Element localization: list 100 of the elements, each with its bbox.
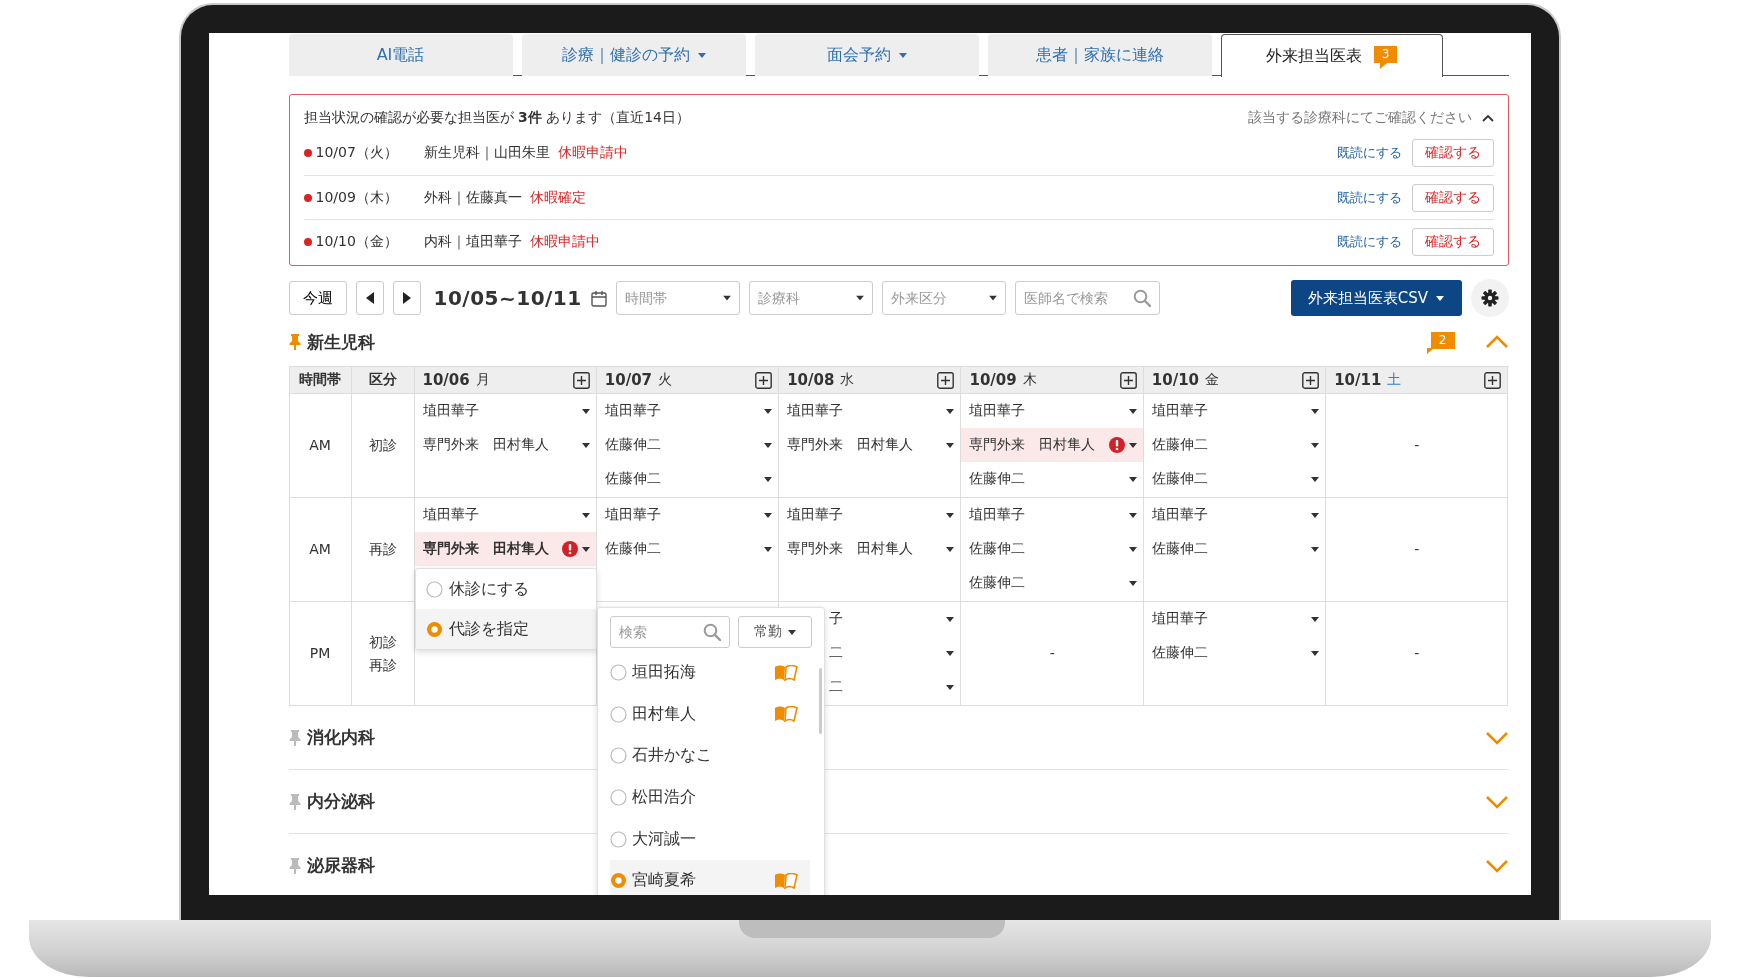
doctor-dropdown[interactable]: 埴田華子 <box>414 394 596 428</box>
radio-button <box>609 789 627 807</box>
exclamation-icon <box>561 541 578 557</box>
doctor-dropdown[interactable]: 専門外来 田村隼人 <box>779 428 961 462</box>
previous-button[interactable] <box>355 281 384 315</box>
doctor-dropdown[interactable]: 子 <box>827 602 961 636</box>
filter-dropdown[interactable]: 診療科 <box>748 281 873 315</box>
doctor-dropdown[interactable]: 埴田華子 <box>596 498 779 532</box>
plus-square-icon[interactable] <box>755 371 773 389</box>
doctor-dropdown[interactable]: 佐藤伸二 <box>596 532 779 566</box>
doctor-dropdown[interactable]: 二 <box>827 670 961 704</box>
next-button[interactable] <box>392 281 421 315</box>
doctor-dropdown[interactable]: 埴田華子 <box>779 498 961 532</box>
plus-square-icon[interactable] <box>1484 371 1502 389</box>
caret-icon <box>1128 476 1137 482</box>
settings-button[interactable] <box>1470 279 1509 317</box>
this-week-button[interactable]: 今週 <box>288 281 347 315</box>
weekday-label: 月 <box>475 371 490 389</box>
radio-button <box>609 747 627 765</box>
doctor-option[interactable]: 田村隼人 <box>609 693 810 736</box>
doctor-dropdown[interactable]: 佐藤伸二 <box>596 462 779 496</box>
confirm-button[interactable]: 確認する <box>1411 139 1494 167</box>
doctor-option[interactable]: 垣田拓海 <box>609 652 810 694</box>
confirm-button[interactable]: 確認する <box>1411 227 1494 256</box>
collapse-toggle[interactable] <box>1484 858 1509 873</box>
doctor-dropdown[interactable]: 埴田華子 <box>414 498 596 532</box>
confirm-button[interactable]: 確認する <box>1411 183 1494 212</box>
doctor-option[interactable]: 松田浩介 <box>609 776 810 819</box>
weekday-label: 木 <box>1022 371 1037 389</box>
caret-icon <box>581 408 590 414</box>
caret-icon <box>764 476 773 482</box>
time-slot-cell: AM <box>289 498 352 602</box>
tab[interactable]: 患者｜家族に連絡 <box>987 34 1212 76</box>
status-dot-icon <box>303 193 312 202</box>
doctor-dropdown[interactable]: 佐藤伸二 <box>1143 428 1326 462</box>
department-title: 消化内科 <box>306 726 375 749</box>
plus-square-icon[interactable] <box>572 371 590 389</box>
doctor-dropdown[interactable]: 埴田華子 <box>1143 498 1326 532</box>
menu-option[interactable]: 休診にする <box>415 569 596 609</box>
caret-icon <box>946 616 955 622</box>
doctor-option[interactable]: 宮崎夏希 <box>609 859 810 895</box>
collapse-toggle[interactable] <box>1484 335 1509 349</box>
radio-button <box>609 872 627 890</box>
plus-square-icon[interactable] <box>937 371 955 389</box>
radio-button <box>425 620 443 638</box>
caret-icon <box>946 512 955 518</box>
filter-dropdown[interactable]: 時間帯 <box>615 281 740 315</box>
doctor-dropdown[interactable]: 佐藤伸二 <box>961 566 1143 600</box>
search-icon <box>1132 289 1151 307</box>
filter-dropdown[interactable]: 外来区分 <box>881 281 1006 315</box>
doctor-option[interactable]: 大河誠一 <box>609 818 810 860</box>
search-icon <box>702 623 721 641</box>
tab[interactable]: 診療｜健診の予約 <box>521 34 746 76</box>
filter-button[interactable]: 常勤 <box>737 616 812 648</box>
doctor-dropdown[interactable]: 埴田華子 <box>961 394 1143 428</box>
doctor-dropdown[interactable]: 佐藤伸二 <box>1143 532 1326 566</box>
plus-square-icon[interactable] <box>1119 371 1137 389</box>
doctor-dropdown[interactable]: 佐藤伸二 <box>1143 636 1326 670</box>
day-date: 10/08 <box>787 371 835 389</box>
status-dot-icon <box>303 237 312 246</box>
csv-export-button[interactable]: 外来担当医表CSV <box>1290 280 1462 316</box>
radio-button <box>609 830 627 848</box>
doctor-option[interactable]: 石井かなこ <box>609 735 810 777</box>
scrollbar[interactable] <box>818 668 822 734</box>
doctor-dropdown[interactable]: 埴田華子 <box>961 498 1143 532</box>
search-field[interactable]: 医師名で検索 <box>1014 281 1160 315</box>
doctor-dropdown[interactable]: 埴田華子 <box>1143 602 1326 636</box>
empty-mark: - <box>1049 644 1055 664</box>
alert-date: 10/07（火） <box>315 144 399 162</box>
mark-read-link[interactable]: 既読にする <box>1336 188 1402 207</box>
caret-icon <box>1311 408 1320 414</box>
visit-type-cell: 初診 <box>351 394 415 498</box>
day-date: 10/07 <box>604 371 653 389</box>
doctor-dropdown[interactable]: 佐藤伸二 <box>961 462 1143 496</box>
caret-icon <box>764 546 773 552</box>
caret-icon <box>1128 580 1137 586</box>
doctor-dropdown[interactable]: 埴田華子 <box>779 394 961 428</box>
collapse-toggle[interactable] <box>1484 794 1509 809</box>
doctor-dropdown[interactable]: 佐藤伸二 <box>1143 462 1326 496</box>
doctor-dropdown[interactable]: 埴田華子 <box>596 394 779 428</box>
tab[interactable]: 面会予約 <box>754 34 979 76</box>
doctor-dropdown[interactable]: 専門外来 田村隼人 <box>414 428 596 462</box>
mark-read-link[interactable]: 既読にする <box>1336 144 1402 162</box>
plus-square-icon[interactable] <box>1302 371 1320 389</box>
doctor-dropdown[interactable]: 埴田華子 <box>1143 394 1326 428</box>
doctor-dropdown[interactable]: 専門外来 田村隼人 <box>414 532 596 566</box>
search-field[interactable]: 検索 <box>609 616 730 648</box>
caret-icon <box>946 684 955 690</box>
doctor-dropdown[interactable]: 専門外来 田村隼人 <box>779 532 961 566</box>
collapse-toggle[interactable] <box>1484 730 1509 745</box>
doctor-dropdown[interactable]: 二 <box>827 636 961 670</box>
caret-icon <box>855 295 864 301</box>
mark-read-link[interactable]: 既読にする <box>1336 232 1402 251</box>
tab[interactable]: 外来担当医表 3 <box>1220 34 1443 77</box>
menu-option[interactable]: 代診を指定 <box>415 609 596 649</box>
tab[interactable]: AI電話 <box>288 34 513 76</box>
doctor-dropdown[interactable]: 佐藤伸二 <box>961 532 1143 566</box>
caret-icon <box>1311 546 1320 552</box>
doctor-dropdown[interactable]: 専門外来 田村隼人 <box>961 428 1143 462</box>
doctor-dropdown[interactable]: 佐藤伸二 <box>596 428 779 462</box>
